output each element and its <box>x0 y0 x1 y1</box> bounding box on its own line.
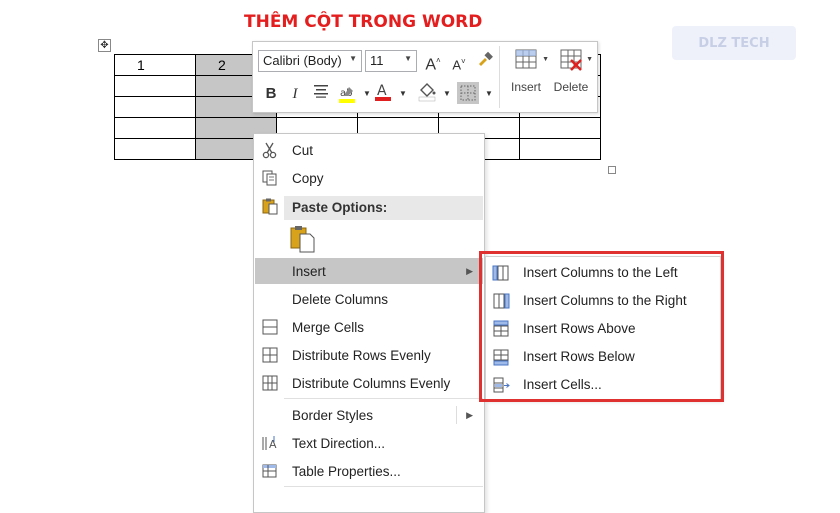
menu-label: Text Direction... <box>292 435 386 451</box>
menu-label: Border Styles <box>292 407 374 423</box>
submenu-label: Insert Rows Above <box>523 321 636 336</box>
shading-icon[interactable] <box>417 82 437 102</box>
insert-button[interactable]: ▼ Insert <box>505 46 549 94</box>
submenu-label: Insert Columns to the Right <box>523 293 687 308</box>
table-cell[interactable] <box>114 96 196 118</box>
font-size-dropdown[interactable]: 11 ▼ <box>365 50 417 72</box>
chevron-right-icon: ▶ <box>466 265 473 276</box>
insert-table-icon <box>515 49 537 69</box>
submenu-item-insert-rows-above[interactable]: Insert Rows Above <box>486 315 718 343</box>
menu-item-border-styles[interactable]: Border Styles ▶ <box>255 402 483 428</box>
submenu-label: Insert Rows Below <box>523 349 635 364</box>
scissors-icon <box>262 142 277 159</box>
highlight-color-icon[interactable]: ab <box>337 84 357 104</box>
italic-button[interactable]: I <box>285 84 305 104</box>
paste-keep-formatting-button[interactable] <box>288 224 318 254</box>
submenu-item-insert-columns-left[interactable]: Insert Columns to the Left <box>486 259 718 287</box>
table-cell[interactable] <box>519 138 601 160</box>
svg-text:A: A <box>269 438 277 451</box>
menu-item-merge-cells[interactable]: Merge Cells <box>255 314 483 340</box>
chevron-down-icon[interactable]: ▼ <box>393 84 413 104</box>
delete-table-icon <box>560 49 582 71</box>
format-painter-icon[interactable] <box>475 50 495 70</box>
split-divider <box>456 406 457 424</box>
merge-cells-icon <box>262 319 278 335</box>
insert-label: Insert <box>510 80 541 94</box>
font-color-icon[interactable]: A <box>373 82 393 102</box>
toolbar-divider <box>499 46 500 108</box>
context-menu: Cut Copy Paste Options: Insert ▶ Delete … <box>253 133 485 513</box>
chevron-down-icon: ▼ <box>586 56 593 63</box>
insert-columns-left-icon <box>492 265 509 281</box>
submenu-item-insert-rows-below[interactable]: Insert Rows Below <box>486 343 718 371</box>
menu-label: Delete Columns <box>292 291 389 307</box>
menu-label: Cut <box>292 142 314 158</box>
grow-font-button[interactable]: A˄ <box>423 51 443 73</box>
mini-toolbar: Calibri (Body) ▼ 11 ▼ A˄ A˅ B I ab ▼ A ▼… <box>252 41 598 113</box>
borders-icon[interactable] <box>457 82 479 104</box>
distribute-rows-icon <box>262 347 278 363</box>
bold-button[interactable]: B <box>261 84 281 104</box>
chevron-down-icon: ▼ <box>542 56 549 63</box>
copy-icon <box>262 170 277 186</box>
watermark-text: DLZ TECH <box>698 35 770 51</box>
paste-options-header: Paste Options: <box>284 196 483 220</box>
font-size-value: 11 <box>370 53 384 68</box>
watermark-logo: DLZ TECH <box>672 26 796 60</box>
insert-columns-right-icon <box>493 293 510 309</box>
menu-label: Distribute Rows Evenly <box>292 347 431 363</box>
submenu-item-insert-columns-right[interactable]: Insert Columns to the Right <box>486 287 718 315</box>
insert-rows-above-icon <box>493 320 509 337</box>
menu-separator <box>284 486 483 487</box>
insert-cells-icon <box>493 377 510 393</box>
insert-rows-below-icon <box>493 349 509 366</box>
chevron-down-icon[interactable]: ▼ <box>437 84 457 104</box>
table-cell[interactable] <box>519 117 601 139</box>
menu-item-cut[interactable]: Cut <box>255 137 483 163</box>
table-move-handle[interactable]: ✥ <box>98 39 111 52</box>
chevron-down-icon[interactable]: ▼ <box>479 84 499 104</box>
chevron-down-icon: ▼ <box>404 54 412 63</box>
table-resize-handle[interactable] <box>608 166 616 174</box>
align-center-icon[interactable] <box>311 84 331 104</box>
page-title: THÊM CỘT TRONG WORD <box>244 12 483 32</box>
menu-label: Distribute Columns Evenly <box>292 375 451 391</box>
submenu-label: Insert Cells... <box>523 377 602 392</box>
table-cell[interactable] <box>114 75 196 97</box>
submenu-label: Insert Columns to the Left <box>523 265 678 280</box>
table-properties-icon <box>262 464 277 478</box>
svg-text:A: A <box>377 83 387 99</box>
insert-submenu: Insert Columns to the Left Insert Column… <box>485 256 721 400</box>
font-name-value: Calibri (Body) <box>263 53 342 68</box>
menu-item-table-properties[interactable]: Table Properties... <box>255 458 483 484</box>
menu-item-text-direction[interactable]: A Text Direction... <box>255 430 483 456</box>
table-cell[interactable] <box>114 117 196 139</box>
chevron-down-icon: ▼ <box>349 54 357 63</box>
menu-item-insert[interactable]: Insert ▶ <box>255 258 483 284</box>
distribute-columns-icon <box>262 375 278 391</box>
menu-item-copy[interactable]: Copy <box>255 165 483 191</box>
menu-item-distribute-columns[interactable]: Distribute Columns Evenly <box>255 370 483 396</box>
table-cell[interactable]: 1 <box>114 54 196 76</box>
menu-separator <box>284 398 483 399</box>
menu-item-distribute-rows[interactable]: Distribute Rows Evenly <box>255 342 483 368</box>
delete-label: Delete <box>553 80 589 94</box>
menu-label: Copy <box>292 170 324 186</box>
shrink-font-button[interactable]: A˅ <box>449 52 469 72</box>
chevron-right-icon: ▶ <box>466 409 473 420</box>
menu-label: Insert <box>292 263 326 279</box>
menu-item-delete-columns[interactable]: Delete Columns <box>255 286 483 312</box>
table-cell[interactable] <box>114 138 196 160</box>
font-name-dropdown[interactable]: Calibri (Body) ▼ <box>258 50 362 72</box>
menu-label: Merge Cells <box>292 319 365 335</box>
text-direction-icon: A <box>262 436 277 451</box>
menu-label: Table Properties... <box>292 463 401 479</box>
submenu-item-insert-cells[interactable]: Insert Cells... <box>486 371 718 399</box>
clipboard-icon <box>262 198 278 215</box>
delete-button[interactable]: ▼ Delete <box>549 46 593 94</box>
paste-clipboard-icon <box>290 226 315 253</box>
